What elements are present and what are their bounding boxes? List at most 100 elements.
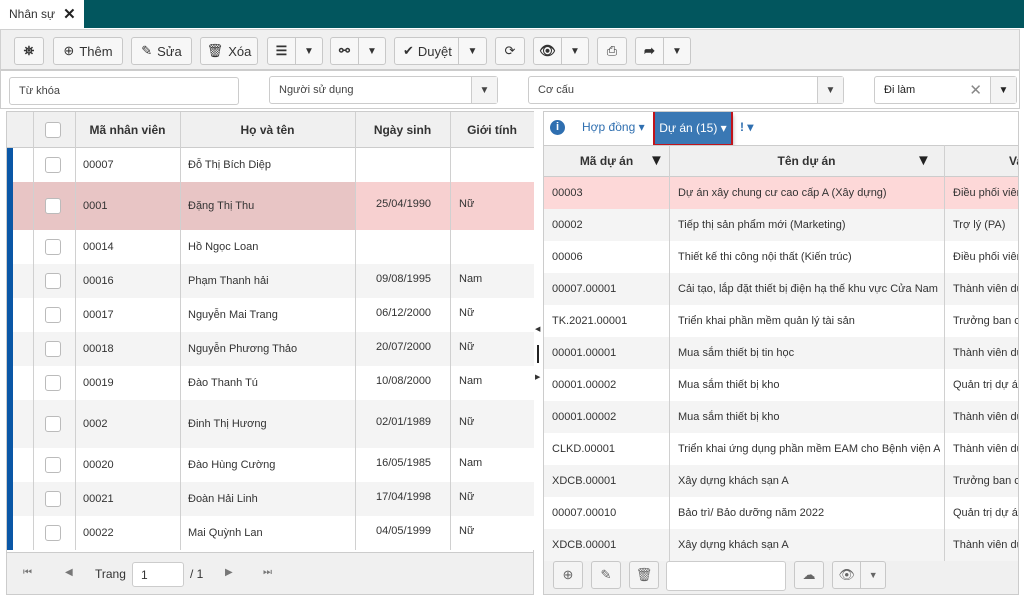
keyword-placeholder: Từ khóa — [19, 85, 60, 97]
link-button[interactable]: ⚯ ▼ — [330, 37, 386, 65]
share-button[interactable]: ➦ ▼ — [635, 37, 691, 65]
project-search-input[interactable] — [666, 561, 786, 591]
project-code: 00006 — [552, 251, 583, 263]
column-header-code[interactable]: Mã nhân viên — [75, 112, 180, 147]
employee-code: 0002 — [83, 418, 108, 430]
add-button[interactable]: ⊕ Thêm — [53, 37, 123, 65]
column-divider — [355, 112, 356, 550]
first-page-icon[interactable]: ⏮ — [23, 567, 32, 578]
row-checkbox[interactable] — [45, 525, 61, 541]
project-code: XDCB.00001 — [552, 539, 617, 551]
eye-icon: 👁 — [539, 43, 556, 58]
column-header-name[interactable]: Tên dự án — [669, 146, 944, 176]
employee-gender: Nữ — [459, 307, 475, 319]
chevron-down-icon[interactable]: ▼ — [990, 77, 1016, 103]
filter-icon[interactable]: ▼ — [649, 152, 664, 169]
chevron-down-icon[interactable]: ▼ — [662, 38, 690, 64]
column-header-gender[interactable]: Giới tính — [450, 112, 534, 147]
row-checkbox[interactable] — [45, 307, 61, 323]
upload-button[interactable]: ☁ — [794, 561, 824, 589]
binoculars-icon: ⛯ — [23, 43, 35, 58]
row-checkbox[interactable] — [45, 416, 61, 432]
edit-project-button[interactable]: ✎ — [591, 561, 621, 589]
row-checkbox[interactable] — [45, 273, 61, 289]
clear-icon[interactable]: ✕ — [969, 81, 982, 99]
delete-button[interactable]: 🗑 Xóa — [200, 37, 258, 65]
project-name: Mua sắm thiết bị kho — [678, 411, 780, 423]
print-button[interactable]: ⎙ — [597, 37, 627, 65]
project-role: Thành viên dự án — [953, 539, 1018, 551]
employee-gender: Nữ — [459, 198, 475, 210]
plus-circle-icon: ⊕ — [63, 43, 75, 58]
pencil-icon: ✎ — [141, 43, 153, 58]
page-input[interactable]: 1 — [132, 562, 184, 587]
add-project-button[interactable]: ⊕ — [553, 561, 583, 589]
row-checkbox[interactable] — [45, 157, 61, 173]
next-page-icon[interactable]: ▶ — [225, 567, 233, 578]
structure-select[interactable]: Cơ cấu ▼ — [528, 76, 844, 104]
column-header-dob[interactable]: Ngày sinh — [355, 112, 450, 147]
last-page-icon[interactable]: ⏭ — [263, 567, 272, 578]
approve-button[interactable]: ✔ Duyệt ▼ — [394, 37, 487, 65]
project-name: Mua sắm thiết bị tin học — [678, 347, 795, 359]
project-panel: i Hợp đồng ▾ Dự án (15) ▾ ! ▾ ⊕ ✎ 🗑 ☁ 👁 ▼… — [543, 111, 1019, 595]
row-checkbox[interactable] — [45, 375, 61, 391]
employee-code: 00017 — [83, 309, 114, 321]
row-checkbox[interactable] — [45, 457, 61, 473]
refresh-icon: ⟳ — [504, 43, 516, 58]
keyword-input[interactable]: Từ khóa — [9, 77, 239, 105]
chevron-down-icon[interactable]: ▼ — [817, 77, 843, 103]
filter-icon[interactable]: ▼ — [916, 152, 931, 169]
close-icon[interactable]: ✕ — [63, 5, 76, 23]
pager: ⏮ ◀ Trang 1 / 1 ▶ ⏭ — [7, 552, 533, 594]
refresh-button[interactable]: ⟳ — [495, 37, 525, 65]
column-divider — [75, 112, 76, 550]
panel-splitter[interactable]: ◀ ▶ — [535, 320, 541, 381]
row-checkbox[interactable] — [45, 239, 61, 255]
edit-button[interactable]: ✎ Sửa — [131, 37, 192, 65]
search-button[interactable]: ⛯ — [14, 37, 44, 65]
row-checkbox[interactable] — [45, 198, 61, 214]
pencil-icon: ✎ — [600, 567, 612, 582]
employee-name: Nguyễn Mai Trang — [188, 309, 278, 321]
employee-name: Nguyễn Phương Thảo — [188, 343, 298, 355]
plus-circle-icon: ⊕ — [562, 567, 574, 582]
project-code: 00001.00001 — [552, 347, 617, 359]
menu-button[interactable]: ☰ ▼ — [267, 37, 323, 65]
user-select[interactable]: Người sử dụng ▼ — [269, 76, 498, 104]
project-name: Triển khai ứng dụng phần mềm EAM cho Bện… — [678, 443, 940, 455]
chevron-down-icon[interactable]: ▼ — [294, 38, 322, 64]
project-role: Trưởng ban chỉ đạo — [953, 475, 1018, 487]
app-header: Nhân sự ✕ — [0, 0, 1024, 28]
employee-code: 00021 — [83, 493, 114, 505]
info-icon[interactable]: i — [550, 120, 565, 135]
page-label: Trang — [95, 567, 126, 581]
view-button[interactable]: 👁 ▼ — [533, 37, 589, 65]
project-code: 00002 — [552, 219, 583, 231]
employee-name: Đặng Thị Thu — [188, 200, 255, 212]
print-icon: ⎙ — [606, 43, 618, 58]
row-checkbox[interactable] — [45, 341, 61, 357]
tab-nhan-su[interactable]: Nhân sự ✕ — [0, 0, 84, 28]
column-header-role[interactable]: Va — [944, 146, 1018, 176]
project-code: XDCB.00001 — [552, 475, 617, 487]
prev-page-icon[interactable]: ◀ — [65, 567, 73, 578]
status-select[interactable]: Đi làm ✕ ▼ — [874, 76, 1017, 104]
chevron-down-icon[interactable]: ▼ — [357, 38, 385, 64]
tab-contract[interactable]: Hợp đồng ▾ — [582, 120, 645, 134]
select-all-checkbox[interactable] — [45, 122, 61, 138]
chevron-down-icon[interactable]: ▼ — [458, 38, 486, 64]
column-divider — [669, 145, 670, 561]
project-view-button[interactable]: 👁 ▼ — [832, 561, 886, 589]
more-tabs-icon[interactable]: ! ▾ — [740, 120, 753, 134]
delete-project-button[interactable]: 🗑 — [629, 561, 659, 589]
tab-project[interactable]: Dự án (15) ▾ — [653, 112, 733, 146]
chevron-down-icon[interactable]: ▼ — [860, 562, 885, 588]
chevron-down-icon[interactable]: ▼ — [471, 77, 497, 103]
chevron-down-icon[interactable]: ▼ — [560, 38, 588, 64]
row-marker — [7, 264, 13, 298]
add-label: Thêm — [79, 43, 113, 59]
row-checkbox[interactable] — [45, 491, 61, 507]
employee-dob: 06/12/2000 — [376, 307, 432, 319]
column-header-name[interactable]: Họ và tên — [180, 112, 355, 147]
